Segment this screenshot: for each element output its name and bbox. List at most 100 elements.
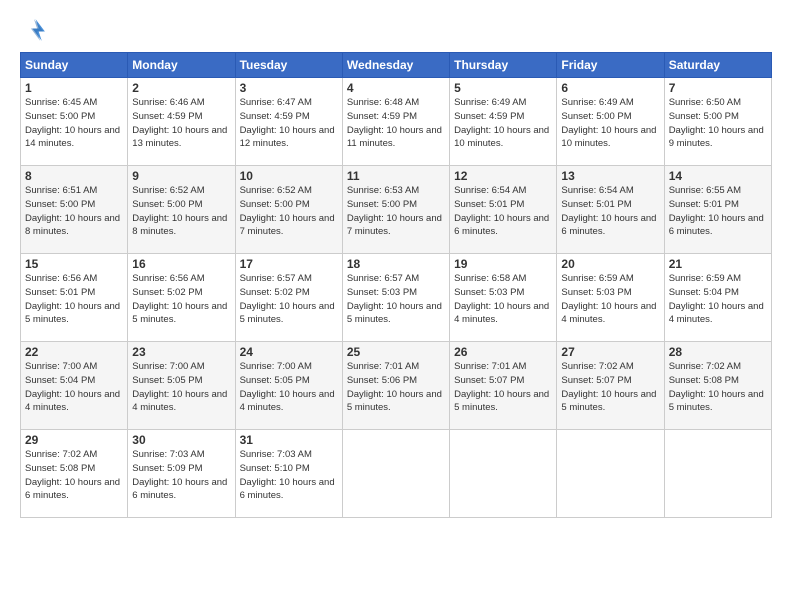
header-row: SundayMondayTuesdayWednesdayThursdayFrid… xyxy=(21,53,772,78)
cell-w2-d5: 12 Sunrise: 6:54 AM Sunset: 5:01 PM Dayl… xyxy=(450,166,557,254)
day-number: 17 xyxy=(240,257,338,271)
cell-w1-d1: 1 Sunrise: 6:45 AM Sunset: 5:00 PM Dayli… xyxy=(21,78,128,166)
cell-w4-d4: 25 Sunrise: 7:01 AM Sunset: 5:06 PM Dayl… xyxy=(342,342,449,430)
day-info: Sunrise: 6:52 AM Sunset: 5:00 PM Dayligh… xyxy=(132,184,230,239)
day-info: Sunrise: 6:47 AM Sunset: 4:59 PM Dayligh… xyxy=(240,96,338,151)
day-number: 15 xyxy=(25,257,123,271)
cell-w1-d6: 6 Sunrise: 6:49 AM Sunset: 5:00 PM Dayli… xyxy=(557,78,664,166)
cell-w4-d1: 22 Sunrise: 7:00 AM Sunset: 5:04 PM Dayl… xyxy=(21,342,128,430)
day-number: 20 xyxy=(561,257,659,271)
cell-w4-d2: 23 Sunrise: 7:00 AM Sunset: 5:05 PM Dayl… xyxy=(128,342,235,430)
cell-w1-d4: 4 Sunrise: 6:48 AM Sunset: 4:59 PM Dayli… xyxy=(342,78,449,166)
day-number: 14 xyxy=(669,169,767,183)
calendar-table: SundayMondayTuesdayWednesdayThursdayFrid… xyxy=(20,52,772,518)
cell-w4-d7: 28 Sunrise: 7:02 AM Sunset: 5:08 PM Dayl… xyxy=(664,342,771,430)
header-thursday: Thursday xyxy=(450,53,557,78)
day-number: 19 xyxy=(454,257,552,271)
day-number: 10 xyxy=(240,169,338,183)
day-number: 9 xyxy=(132,169,230,183)
logo-icon xyxy=(20,16,48,44)
header-wednesday: Wednesday xyxy=(342,53,449,78)
page: SundayMondayTuesdayWednesdayThursdayFrid… xyxy=(0,0,792,612)
day-info: Sunrise: 6:56 AM Sunset: 5:01 PM Dayligh… xyxy=(25,272,123,327)
cell-w2-d1: 8 Sunrise: 6:51 AM Sunset: 5:00 PM Dayli… xyxy=(21,166,128,254)
day-info: Sunrise: 6:55 AM Sunset: 5:01 PM Dayligh… xyxy=(669,184,767,239)
day-info: Sunrise: 6:50 AM Sunset: 5:00 PM Dayligh… xyxy=(669,96,767,151)
day-number: 23 xyxy=(132,345,230,359)
day-number: 7 xyxy=(669,81,767,95)
cell-w2-d3: 10 Sunrise: 6:52 AM Sunset: 5:00 PM Dayl… xyxy=(235,166,342,254)
day-number: 4 xyxy=(347,81,445,95)
cell-w2-d7: 14 Sunrise: 6:55 AM Sunset: 5:01 PM Dayl… xyxy=(664,166,771,254)
cell-w5-d6 xyxy=(557,430,664,518)
cell-w1-d7: 7 Sunrise: 6:50 AM Sunset: 5:00 PM Dayli… xyxy=(664,78,771,166)
cell-w3-d7: 21 Sunrise: 6:59 AM Sunset: 5:04 PM Dayl… xyxy=(664,254,771,342)
cell-w2-d2: 9 Sunrise: 6:52 AM Sunset: 5:00 PM Dayli… xyxy=(128,166,235,254)
cell-w5-d7 xyxy=(664,430,771,518)
day-number: 30 xyxy=(132,433,230,447)
day-info: Sunrise: 7:00 AM Sunset: 5:05 PM Dayligh… xyxy=(240,360,338,415)
day-number: 31 xyxy=(240,433,338,447)
day-number: 25 xyxy=(347,345,445,359)
day-info: Sunrise: 6:49 AM Sunset: 5:00 PM Dayligh… xyxy=(561,96,659,151)
day-number: 12 xyxy=(454,169,552,183)
cell-w5-d1: 29 Sunrise: 7:02 AM Sunset: 5:08 PM Dayl… xyxy=(21,430,128,518)
day-info: Sunrise: 6:59 AM Sunset: 5:03 PM Dayligh… xyxy=(561,272,659,327)
day-number: 26 xyxy=(454,345,552,359)
cell-w3-d3: 17 Sunrise: 6:57 AM Sunset: 5:02 PM Dayl… xyxy=(235,254,342,342)
day-number: 27 xyxy=(561,345,659,359)
day-info: Sunrise: 6:58 AM Sunset: 5:03 PM Dayligh… xyxy=(454,272,552,327)
day-info: Sunrise: 6:54 AM Sunset: 5:01 PM Dayligh… xyxy=(454,184,552,239)
day-info: Sunrise: 7:03 AM Sunset: 5:10 PM Dayligh… xyxy=(240,448,338,503)
cell-w2-d6: 13 Sunrise: 6:54 AM Sunset: 5:01 PM Dayl… xyxy=(557,166,664,254)
week-row-3: 15 Sunrise: 6:56 AM Sunset: 5:01 PM Dayl… xyxy=(21,254,772,342)
week-row-5: 29 Sunrise: 7:02 AM Sunset: 5:08 PM Dayl… xyxy=(21,430,772,518)
cell-w4-d6: 27 Sunrise: 7:02 AM Sunset: 5:07 PM Dayl… xyxy=(557,342,664,430)
header-tuesday: Tuesday xyxy=(235,53,342,78)
header-monday: Monday xyxy=(128,53,235,78)
cell-w1-d5: 5 Sunrise: 6:49 AM Sunset: 4:59 PM Dayli… xyxy=(450,78,557,166)
day-info: Sunrise: 6:59 AM Sunset: 5:04 PM Dayligh… xyxy=(669,272,767,327)
day-info: Sunrise: 6:45 AM Sunset: 5:00 PM Dayligh… xyxy=(25,96,123,151)
cell-w3-d5: 19 Sunrise: 6:58 AM Sunset: 5:03 PM Dayl… xyxy=(450,254,557,342)
day-number: 21 xyxy=(669,257,767,271)
cell-w5-d3: 31 Sunrise: 7:03 AM Sunset: 5:10 PM Dayl… xyxy=(235,430,342,518)
day-info: Sunrise: 6:57 AM Sunset: 5:02 PM Dayligh… xyxy=(240,272,338,327)
day-info: Sunrise: 6:46 AM Sunset: 4:59 PM Dayligh… xyxy=(132,96,230,151)
header-friday: Friday xyxy=(557,53,664,78)
day-number: 29 xyxy=(25,433,123,447)
day-number: 13 xyxy=(561,169,659,183)
header xyxy=(20,16,772,44)
day-info: Sunrise: 7:01 AM Sunset: 5:06 PM Dayligh… xyxy=(347,360,445,415)
header-sunday: Sunday xyxy=(21,53,128,78)
day-number: 16 xyxy=(132,257,230,271)
day-number: 1 xyxy=(25,81,123,95)
day-number: 11 xyxy=(347,169,445,183)
cell-w5-d5 xyxy=(450,430,557,518)
day-info: Sunrise: 6:51 AM Sunset: 5:00 PM Dayligh… xyxy=(25,184,123,239)
day-info: Sunrise: 6:49 AM Sunset: 4:59 PM Dayligh… xyxy=(454,96,552,151)
day-info: Sunrise: 6:56 AM Sunset: 5:02 PM Dayligh… xyxy=(132,272,230,327)
cell-w5-d2: 30 Sunrise: 7:03 AM Sunset: 5:09 PM Dayl… xyxy=(128,430,235,518)
day-info: Sunrise: 7:01 AM Sunset: 5:07 PM Dayligh… xyxy=(454,360,552,415)
day-number: 2 xyxy=(132,81,230,95)
cell-w4-d5: 26 Sunrise: 7:01 AM Sunset: 5:07 PM Dayl… xyxy=(450,342,557,430)
day-info: Sunrise: 6:48 AM Sunset: 4:59 PM Dayligh… xyxy=(347,96,445,151)
cell-w1-d2: 2 Sunrise: 6:46 AM Sunset: 4:59 PM Dayli… xyxy=(128,78,235,166)
day-info: Sunrise: 7:03 AM Sunset: 5:09 PM Dayligh… xyxy=(132,448,230,503)
day-number: 18 xyxy=(347,257,445,271)
day-info: Sunrise: 7:02 AM Sunset: 5:08 PM Dayligh… xyxy=(669,360,767,415)
logo xyxy=(20,16,52,44)
day-number: 5 xyxy=(454,81,552,95)
day-info: Sunrise: 7:00 AM Sunset: 5:05 PM Dayligh… xyxy=(132,360,230,415)
day-number: 6 xyxy=(561,81,659,95)
day-number: 8 xyxy=(25,169,123,183)
cell-w3-d1: 15 Sunrise: 6:56 AM Sunset: 5:01 PM Dayl… xyxy=(21,254,128,342)
day-number: 3 xyxy=(240,81,338,95)
day-info: Sunrise: 7:02 AM Sunset: 5:07 PM Dayligh… xyxy=(561,360,659,415)
day-number: 28 xyxy=(669,345,767,359)
calendar-body: 1 Sunrise: 6:45 AM Sunset: 5:00 PM Dayli… xyxy=(21,78,772,518)
week-row-1: 1 Sunrise: 6:45 AM Sunset: 5:00 PM Dayli… xyxy=(21,78,772,166)
week-row-2: 8 Sunrise: 6:51 AM Sunset: 5:00 PM Dayli… xyxy=(21,166,772,254)
day-info: Sunrise: 6:57 AM Sunset: 5:03 PM Dayligh… xyxy=(347,272,445,327)
